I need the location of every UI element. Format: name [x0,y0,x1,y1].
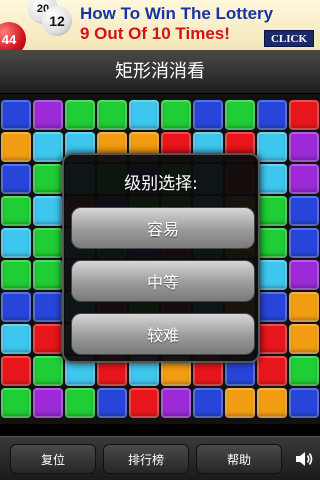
tile[interactable] [161,100,191,130]
tile[interactable] [33,100,63,130]
tile[interactable] [257,196,287,226]
lottery-ball: 12 [42,6,72,36]
tile[interactable] [129,388,159,418]
ad-banner[interactable]: 20 12 44 How To Win The Lottery 9 Out Of… [0,0,320,50]
tile[interactable] [289,228,319,258]
tile[interactable] [225,388,255,418]
tile[interactable] [225,100,255,130]
tile[interactable] [1,228,31,258]
tile[interactable] [289,196,319,226]
tile[interactable] [289,292,319,322]
tile[interactable] [65,388,95,418]
tile[interactable] [161,388,191,418]
tile[interactable] [289,324,319,354]
tile[interactable] [257,100,287,130]
tile[interactable] [289,132,319,162]
tile[interactable] [33,356,63,386]
speaker-icon[interactable] [294,449,314,469]
tile[interactable] [1,196,31,226]
tile[interactable] [33,292,63,322]
tile[interactable] [289,164,319,194]
tile[interactable] [1,260,31,290]
level-medium-button[interactable]: 中等 [71,260,255,302]
tile[interactable] [1,132,31,162]
tile[interactable] [1,292,31,322]
level-select-dialog: 级别选择: 容易 中等 较难 [62,153,260,363]
tile[interactable] [33,388,63,418]
lottery-balls-icon: 20 12 44 [0,0,74,50]
page-title: 矩形消消看 [115,61,205,82]
ad-click-button[interactable]: CLICK [264,30,314,47]
lottery-ball: 44 [0,22,26,50]
tile[interactable] [1,324,31,354]
level-easy-button[interactable]: 容易 [71,207,255,249]
ad-headline: How To Win The Lottery [80,4,274,23]
tile[interactable] [1,164,31,194]
tile[interactable] [33,228,63,258]
reset-button[interactable]: 复位 [10,444,96,474]
leaderboard-button[interactable]: 排行榜 [103,444,189,474]
level-hard-button[interactable]: 较难 [71,313,255,355]
tile[interactable] [33,196,63,226]
tile[interactable] [1,100,31,130]
tile[interactable] [257,356,287,386]
tile[interactable] [129,100,159,130]
ad-subheadline: 9 Out Of 10 Times! [80,24,230,43]
tile[interactable] [97,100,127,130]
tile[interactable] [257,324,287,354]
tile[interactable] [1,356,31,386]
tile[interactable] [33,324,63,354]
tile[interactable] [257,132,287,162]
tile[interactable] [97,388,127,418]
help-button[interactable]: 帮助 [196,444,282,474]
tile[interactable] [65,100,95,130]
tile[interactable] [33,164,63,194]
tile[interactable] [193,100,223,130]
tile[interactable] [1,388,31,418]
tile[interactable] [257,228,287,258]
tile[interactable] [33,132,63,162]
tile[interactable] [289,356,319,386]
tile[interactable] [257,292,287,322]
bottom-toolbar: 复位 排行榜 帮助 [0,436,320,480]
tile[interactable] [257,388,287,418]
tile[interactable] [289,100,319,130]
title-bar: 矩形消消看 [0,50,320,94]
tile[interactable] [33,260,63,290]
tile[interactable] [257,260,287,290]
tile[interactable] [289,260,319,290]
dialog-title: 级别选择: [124,174,198,194]
tile[interactable] [193,388,223,418]
tile[interactable] [257,164,287,194]
tile[interactable] [289,388,319,418]
